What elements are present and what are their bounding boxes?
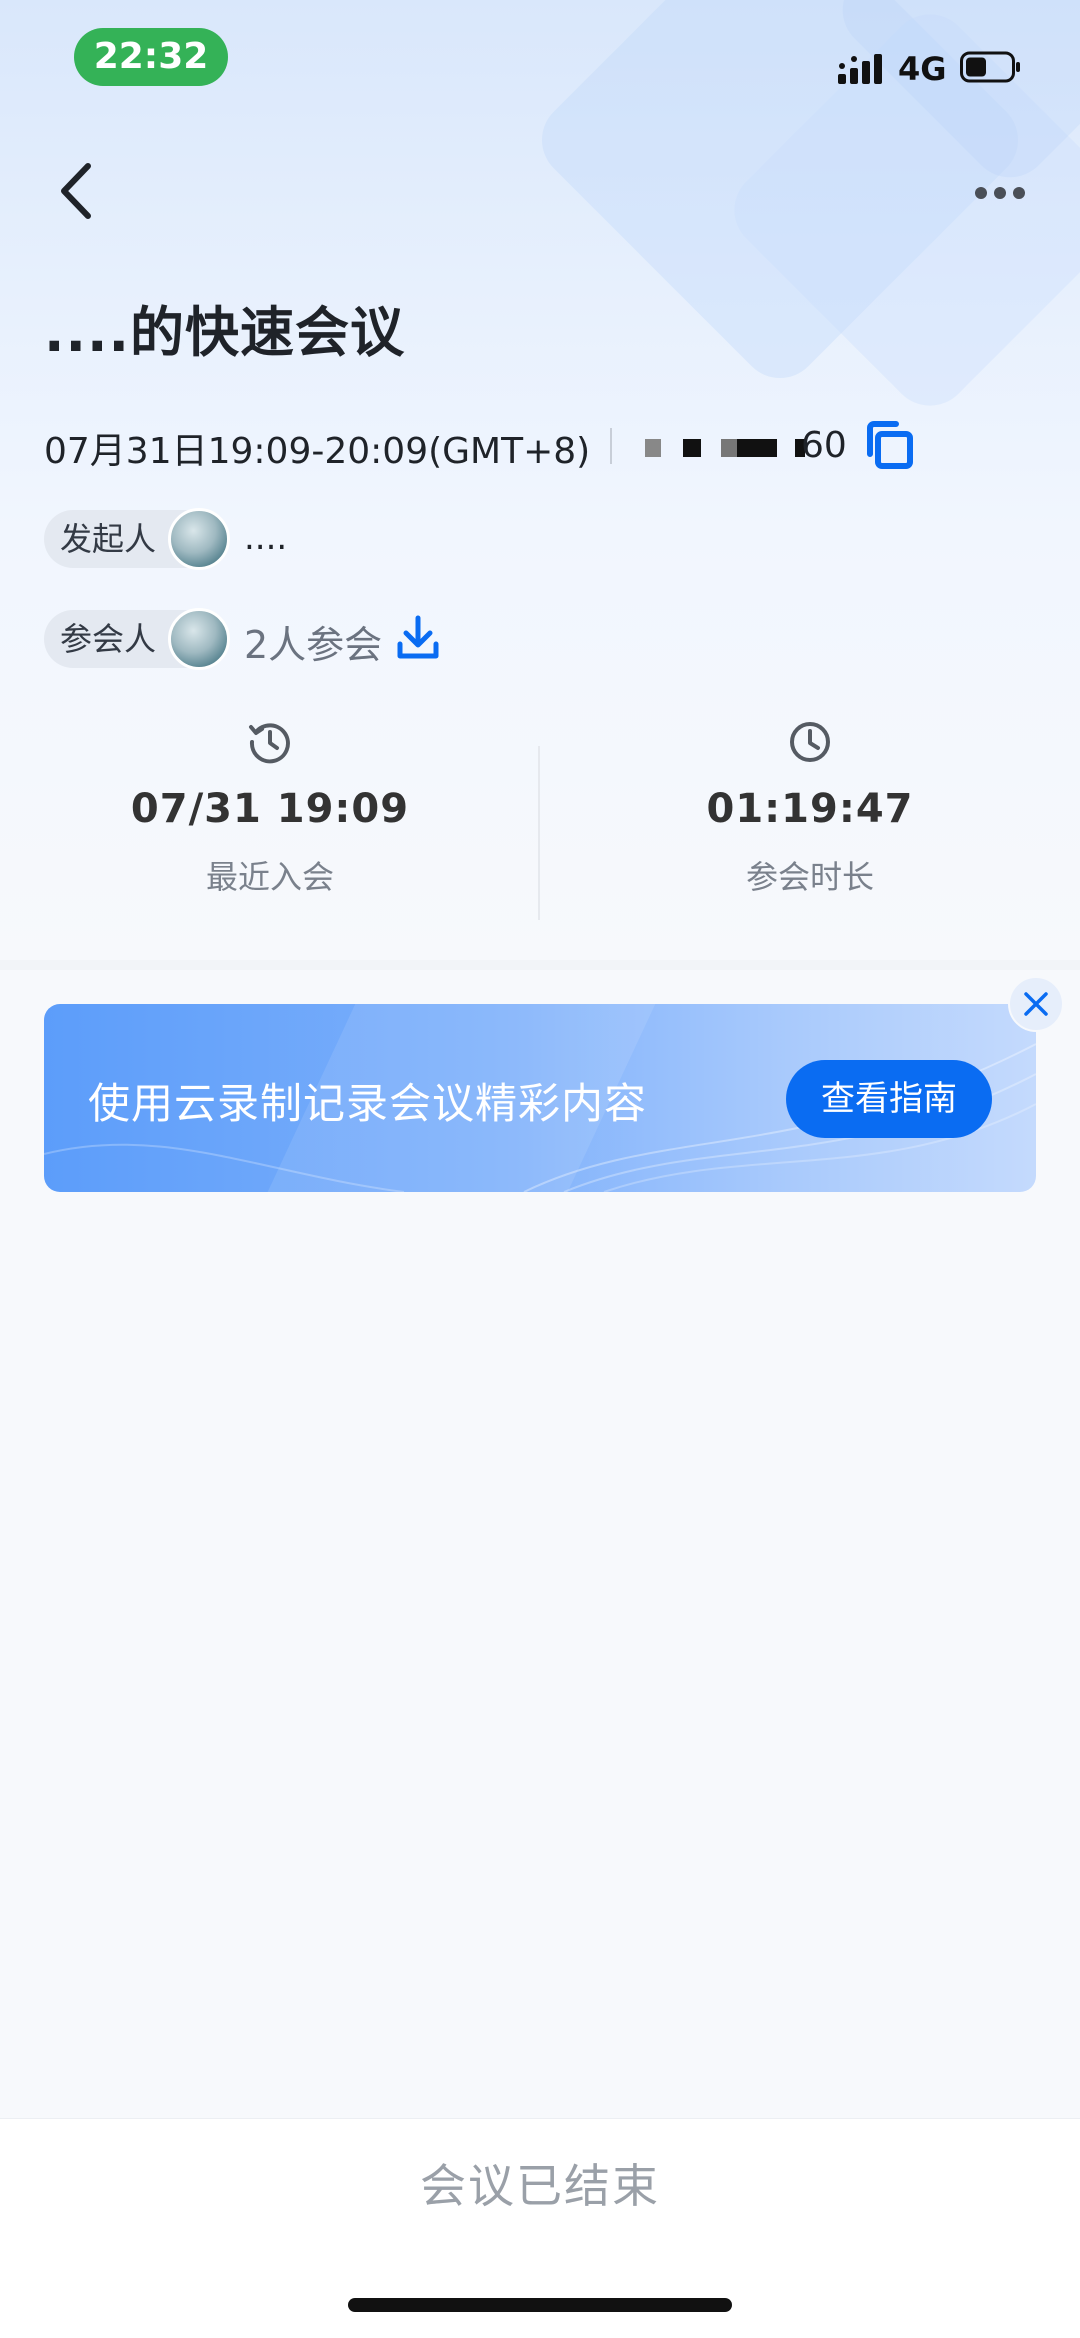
close-icon	[1024, 992, 1048, 1016]
meeting-id-redacted: 60	[645, 425, 855, 469]
duration-stat: 01:19:47 参会时长	[540, 720, 1080, 898]
more-horizontal-icon[interactable]	[974, 186, 1026, 200]
download-icon[interactable]	[396, 614, 440, 662]
chevron-left-icon[interactable]	[56, 160, 96, 222]
cloud-recording-banner[interactable]: 使用云录制记录会议精彩内容 查看指南	[44, 1004, 1036, 1192]
banner-text: 使用云录制记录会议精彩内容	[88, 1079, 648, 1128]
divider	[610, 428, 612, 464]
copy-icon[interactable]	[864, 420, 914, 470]
status-time: 22:32	[74, 28, 228, 86]
attendee-avatar[interactable]	[168, 608, 230, 670]
network-type: 4G	[898, 50, 947, 88]
organizer-avatar[interactable]	[168, 508, 230, 570]
last-join-value: 07/31 19:09	[130, 786, 410, 832]
clock-icon	[790, 722, 830, 762]
organizer-label: 发起人	[60, 520, 157, 558]
section-divider	[0, 960, 1080, 970]
duration-label: 参会时长	[745, 858, 874, 896]
meeting-ended-status: 会议已结束	[420, 2159, 660, 2213]
battery-icon	[960, 51, 1020, 83]
signal-icon	[838, 54, 882, 84]
last-join-label: 最近入会	[205, 858, 334, 896]
history-clock-icon	[249, 723, 290, 764]
attendee-count[interactable]: 2人参会	[244, 614, 382, 669]
home-indicator[interactable]	[348, 2298, 732, 2312]
organizer-name: ....	[244, 518, 288, 558]
last-join-stat: 07/31 19:09 最近入会	[0, 720, 540, 898]
meeting-id-tail: 60	[801, 425, 847, 466]
view-guide-button[interactable]: 查看指南	[786, 1060, 992, 1138]
attendees-label: 参会人	[60, 620, 157, 658]
meeting-time-range: 07月31日19:09-20:09(GMT+8)	[44, 431, 591, 472]
duration-value: 01:19:47	[706, 786, 914, 832]
banner-close-button[interactable]	[1008, 976, 1064, 1032]
page-title: ....的快速会议	[44, 301, 406, 364]
